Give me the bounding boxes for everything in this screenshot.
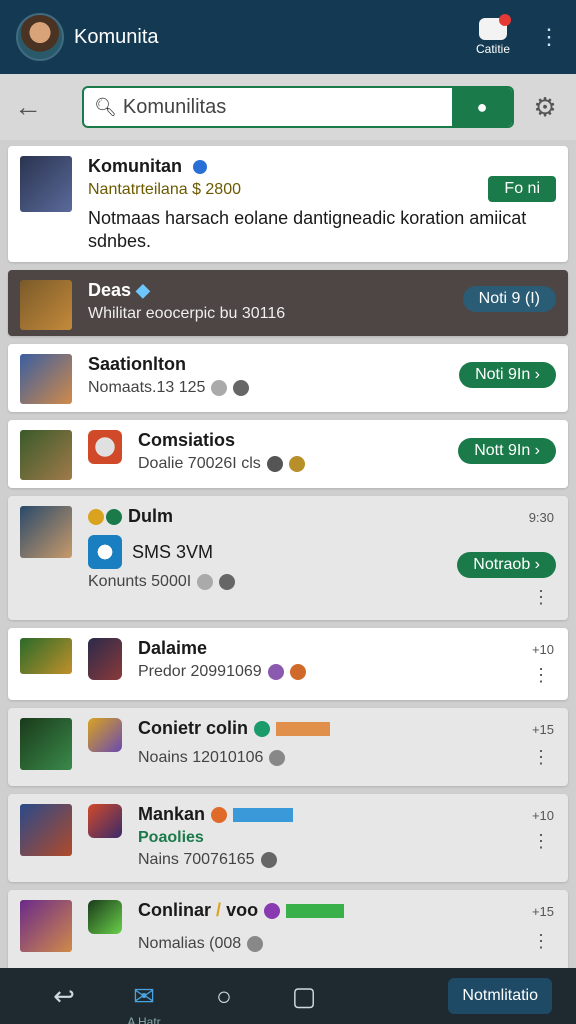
list-item[interactable]: Dulm SMS 3VM Konunts 5000I 9:30 Notraob … <box>8 496 568 620</box>
item-meta: Nantatrteilana $ 2800 <box>88 181 241 198</box>
more-vert-icon[interactable]: ⋮ <box>532 748 550 766</box>
status-icon <box>197 573 214 590</box>
more-vert-icon[interactable]: ⋮ <box>532 666 550 684</box>
tag-badge <box>286 904 345 919</box>
app-icon <box>88 638 122 680</box>
back-arrow-icon[interactable]: ← <box>14 91 54 123</box>
item-description: Notmaas harsach eolane dantigneadic kora… <box>88 208 527 251</box>
search-submit-button[interactable]: ● <box>452 88 512 126</box>
cart-icon <box>478 14 511 40</box>
tag-badge <box>233 808 294 823</box>
item-time: +10 <box>531 808 554 823</box>
app-icon <box>88 900 122 934</box>
item-subname: Poaolies <box>138 829 204 846</box>
leaf-icon: / <box>216 900 222 920</box>
item-meta: Noains 12010106 <box>138 749 556 767</box>
shield-icon <box>289 663 306 680</box>
item-action-button[interactable]: Noti 9In › <box>459 362 556 388</box>
cart-button[interactable]: Catitie <box>475 14 511 56</box>
item-action-button[interactable]: Fo ni <box>488 176 556 202</box>
status-icon <box>233 379 250 396</box>
list-item[interactable]: Dalaime Predor 20991069 +10 ⋮ <box>8 628 568 700</box>
item-meta: Nains 70076165 <box>138 851 556 869</box>
item-time: +15 <box>531 722 554 737</box>
flame-icon <box>211 807 228 824</box>
list-item[interactable]: Komunitan Nantatrteilana $ 2800 Notmaas … <box>8 146 568 262</box>
item-meta: Nomalias (008 <box>138 935 556 953</box>
item-thumbnail <box>20 280 72 330</box>
search-input[interactable] <box>122 95 452 119</box>
badge-icon <box>88 509 104 526</box>
more-vert-icon[interactable]: ⋮ <box>532 932 550 950</box>
app-icon <box>88 430 122 464</box>
app-icon <box>88 535 122 569</box>
list-item[interactable]: Mankan Poaolies Nains 70076165 +10 ⋮ <box>8 794 568 882</box>
item-name: Dulm <box>88 506 556 527</box>
app-title: Komunita <box>74 25 159 48</box>
square-icon[interactable]: ▢ <box>264 981 344 1012</box>
item-action-button[interactable]: Noti 9 (I) <box>462 286 556 312</box>
badge-icon <box>264 903 281 920</box>
app-icon <box>88 804 122 838</box>
item-action-button[interactable]: Notraob › <box>457 552 556 578</box>
status-icon <box>266 455 283 472</box>
item-name: Conlinar / voo <box>138 900 556 921</box>
tag-badge <box>276 722 331 737</box>
list-item[interactable]: Comsiatios Doalie 70026I cls Nott 9In › <box>8 420 568 488</box>
verified-icon <box>254 721 271 738</box>
verified-icon <box>193 160 208 175</box>
list-item[interactable]: Deas ◆ Whilitar eoocerpic bu 30116 Noti … <box>8 270 568 336</box>
shield-icon <box>288 455 305 472</box>
status-icon <box>219 573 236 590</box>
item-time: +15 <box>531 904 554 919</box>
item-thumbnail <box>20 156 72 212</box>
item-name: Mankan <box>138 804 556 825</box>
item-subname: SMS 3VM <box>132 541 214 562</box>
item-thumbnail <box>20 354 72 404</box>
more-vert-icon[interactable]: ⋮ <box>532 832 550 850</box>
mail-nav[interactable]: ✉ A Hatr <box>104 980 184 1024</box>
notifications-button[interactable]: Notmlitatio <box>448 978 552 1014</box>
cart-label: Catitie <box>475 42 510 56</box>
bottom-nav: ↩ ✉ A Hatr ○ ▢ Notmlitatio <box>0 968 576 1024</box>
search-icon: 🔍︎ <box>94 96 117 117</box>
item-meta: Predor 20991069 <box>138 663 556 681</box>
item-name: Dalaime <box>138 638 208 658</box>
status-icon <box>260 851 277 868</box>
item-thumbnail <box>20 506 72 558</box>
item-thumbnail <box>20 718 72 770</box>
status-icon <box>267 663 284 680</box>
status-icon <box>211 379 228 396</box>
gear-icon[interactable]: ⚙ <box>528 92 562 123</box>
more-vert-icon[interactable]: ⋮ <box>538 24 560 50</box>
item-thumbnail <box>20 804 72 856</box>
diamond-icon: ◆ <box>136 280 150 300</box>
item-action-button[interactable]: Nott 9In › <box>458 438 556 464</box>
search-box: 🔍︎ ● <box>82 86 514 128</box>
list-item[interactable]: Conietr colin Noains 12010106 +15 ⋮ <box>8 708 568 786</box>
more-vert-icon[interactable]: ⋮ <box>532 588 550 606</box>
item-thumbnail <box>20 430 72 480</box>
item-thumbnail <box>20 900 72 952</box>
item-thumbnail <box>20 638 72 674</box>
app-bar: Komunita Catitie ⋮ <box>0 0 576 74</box>
avatar[interactable] <box>16 13 64 61</box>
list-item[interactable]: Saationlton Nomaats.13 125 Noti 9In › <box>8 344 568 412</box>
item-time: 9:30 <box>528 510 554 525</box>
status-icon <box>269 749 286 766</box>
mail-icon: ✉ <box>133 980 155 1011</box>
app-icon <box>88 718 122 752</box>
item-name: Conietr colin <box>138 718 556 739</box>
badge-icon <box>106 509 122 526</box>
mail-nav-label: A Hatr <box>127 1014 161 1024</box>
search-row: ← 🔍︎ ● ⚙ <box>0 74 576 140</box>
item-time: +10 <box>531 642 554 657</box>
community-list: Komunitan Nantatrteilana $ 2800 Notmaas … <box>8 146 568 982</box>
status-icon <box>247 935 264 952</box>
back-nav-icon[interactable]: ↩ <box>24 981 104 1012</box>
list-item[interactable]: Conlinar / voo Nomalias (008 +15 ⋮ <box>8 890 568 974</box>
item-name: Komunitan <box>88 156 556 177</box>
chat-bubble-icon: ● <box>476 96 488 117</box>
home-circle-icon[interactable]: ○ <box>184 981 264 1012</box>
